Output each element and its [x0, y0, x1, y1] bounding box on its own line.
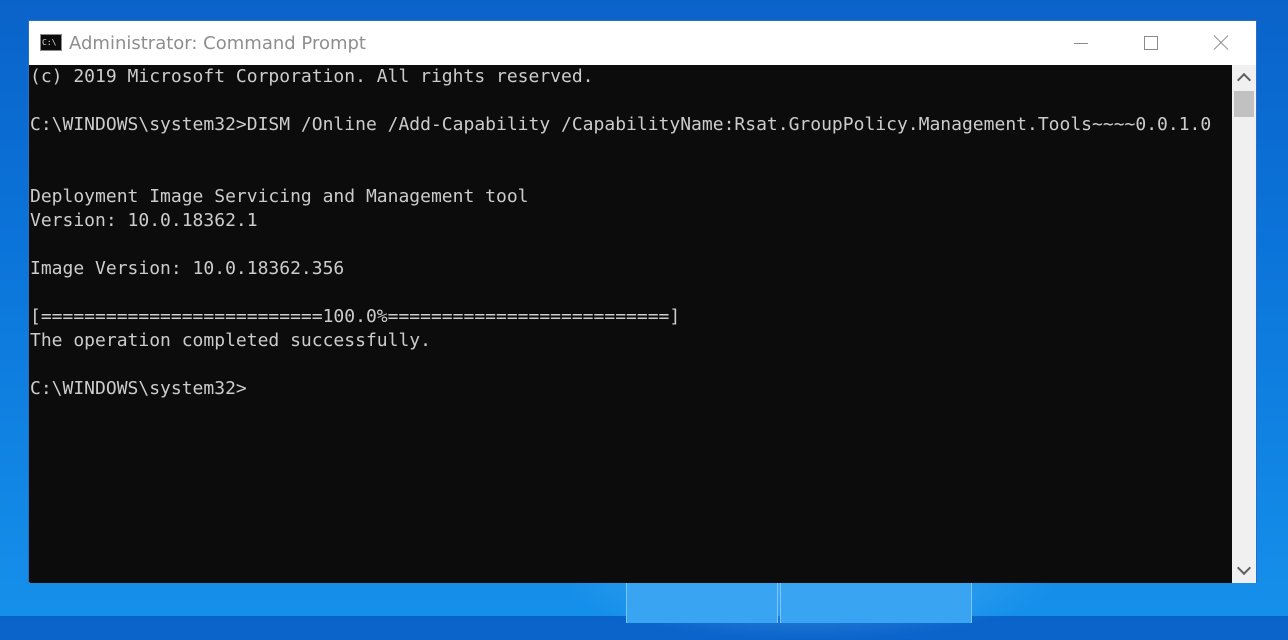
- console-output[interactable]: (c) 2019 Microsoft Corporation. All righ…: [30, 65, 1232, 583]
- title-bar[interactable]: C:\ Administrator: Command Prompt: [29, 21, 1256, 65]
- minimize-icon: [1074, 42, 1088, 44]
- taskbar-pane-right: [780, 583, 972, 623]
- console-line: The operation completed successfully.: [30, 330, 431, 351]
- window-title: Administrator: Command Prompt: [69, 33, 366, 54]
- console-line: Deployment Image Servicing and Managemen…: [30, 186, 529, 207]
- command-prompt-line[interactable]: C:\WINDOWS\system32>: [30, 377, 247, 401]
- taskbar-pane-left: [626, 583, 778, 623]
- scroll-down-icon: [1236, 560, 1252, 576]
- console-line: [==========================100.0%=======…: [30, 306, 681, 327]
- console-line: (c) 2019 Microsoft Corporation. All righ…: [30, 66, 594, 87]
- scrollbar-thumb[interactable]: [1234, 91, 1254, 117]
- console-line: Version: 10.0.18362.1: [30, 210, 258, 231]
- close-icon: [1213, 35, 1229, 51]
- minimize-button[interactable]: [1046, 21, 1116, 65]
- console-line: Image Version: 10.0.18362.356: [30, 258, 345, 279]
- maximize-button[interactable]: [1116, 21, 1186, 65]
- scroll-down-button[interactable]: [1232, 559, 1256, 583]
- maximize-icon: [1144, 36, 1158, 50]
- scroll-up-icon: [1236, 72, 1252, 88]
- console-icon[interactable]: C:\: [40, 34, 62, 51]
- command-prompt-window[interactable]: C:\ Administrator: Command Prompt (c) 20…: [28, 20, 1257, 583]
- vertical-scrollbar[interactable]: [1232, 65, 1256, 583]
- scroll-up-button[interactable]: [1232, 65, 1256, 89]
- console-line: C:\WINDOWS\system32>DISM /Online /Add-Ca…: [30, 114, 1212, 135]
- close-button[interactable]: [1186, 21, 1256, 65]
